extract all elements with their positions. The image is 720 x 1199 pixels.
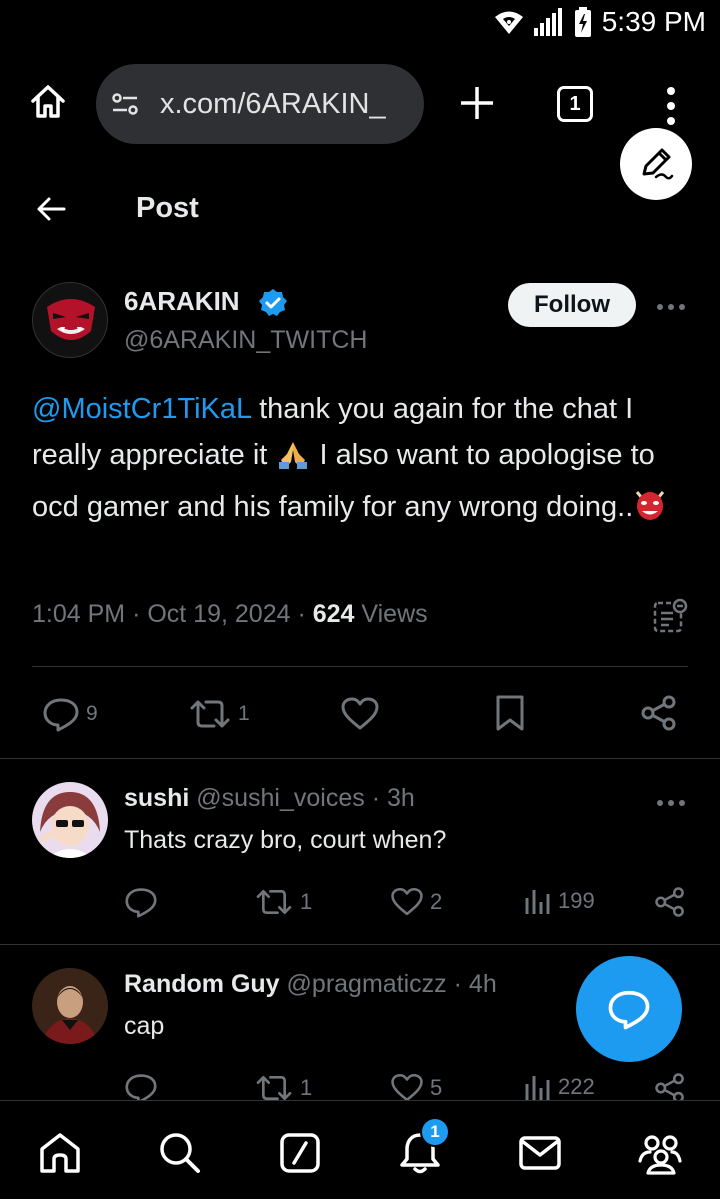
nav-search-icon[interactable] — [156, 1129, 204, 1177]
heart-icon — [341, 697, 379, 730]
pen-icon — [642, 148, 674, 180]
new-tab-icon[interactable] — [458, 84, 496, 122]
like-count: 2 — [430, 889, 443, 914]
views-count: 624 — [312, 600, 355, 628]
share-icon — [655, 887, 684, 917]
reply-actions: 1 2 199 — [0, 882, 720, 922]
browser-menu-icon[interactable] — [664, 86, 678, 126]
reply-icon — [125, 888, 157, 918]
reply-header: Random Guy @pragmaticzz · 4h — [124, 970, 497, 998]
reply-time[interactable]: 3h — [387, 784, 415, 812]
author-avatar[interactable] — [32, 282, 108, 358]
notification-badge: 1 — [420, 1117, 450, 1147]
views-count: 199 — [558, 888, 595, 913]
post-text: @MoistCr1TiKaL thank you again for the c… — [32, 386, 692, 536]
reply-author-handle[interactable]: @pragmaticzz — [287, 970, 447, 998]
address-bar[interactable]: x.com/6ARAKIN_ — [96, 64, 424, 144]
browser-toolbar: x.com/6ARAKIN_ 1 — [0, 62, 720, 146]
reply-author-handle[interactable]: @sushi_voices — [196, 784, 365, 812]
analytics-icon — [525, 1076, 550, 1100]
divider — [0, 944, 720, 945]
post-time: 1:04 PM — [32, 600, 126, 628]
repost-action[interactable]: 1 — [188, 696, 250, 732]
nav-grok-icon[interactable] — [276, 1129, 324, 1177]
views-label: Views — [361, 600, 428, 628]
views-action[interactable]: 222 — [524, 1072, 595, 1102]
repost-count: 1 — [300, 1075, 313, 1100]
page-header: Post — [0, 180, 720, 240]
reply-author-name[interactable]: Random Guy — [124, 970, 280, 998]
status-time: 5:39 PM — [601, 6, 706, 37]
analytics-icon — [525, 890, 550, 914]
repost-count: 1 — [300, 889, 313, 914]
reply-item[interactable]: sushi @sushi_voices · 3h Thats crazy bro… — [0, 782, 720, 962]
heart-icon — [391, 887, 423, 916]
reply-count: 9 — [86, 702, 98, 725]
reply-avatar[interactable] — [32, 782, 108, 858]
post-actions: 9 1 — [0, 690, 720, 740]
author-name[interactable]: 6ARAKIN — [124, 286, 240, 317]
like-action[interactable] — [340, 696, 380, 732]
bookmark-action[interactable] — [494, 694, 526, 732]
share-action[interactable] — [640, 694, 678, 732]
reply-author-name[interactable]: sushi — [124, 784, 189, 812]
reply-bubble-icon — [608, 990, 650, 1030]
more-options-icon[interactable] — [656, 798, 686, 808]
reply-icon — [43, 698, 79, 732]
repost-action[interactable]: 1 — [254, 886, 312, 918]
nav-communities-icon[interactable] — [636, 1129, 684, 1177]
post-meta: 1:04 PM · Oct 19, 2024 · 624 Views — [32, 600, 428, 628]
battery-charging-icon — [574, 7, 592, 37]
nav-home-icon[interactable] — [36, 1129, 84, 1177]
folded-hands-icon — [275, 436, 311, 484]
reply-avatar[interactable] — [32, 968, 108, 1044]
reply-header: sushi @sushi_voices · 3h — [124, 784, 415, 812]
views-action[interactable]: 199 — [524, 886, 595, 916]
divider — [32, 666, 688, 667]
bookmark-icon — [496, 695, 524, 731]
wifi-icon — [494, 9, 524, 35]
reply-text: cap — [124, 1012, 165, 1040]
nav-messages-icon[interactable] — [516, 1129, 564, 1177]
repost-count: 1 — [238, 702, 250, 725]
browser-home-icon[interactable] — [28, 82, 68, 122]
grok-analyze-icon[interactable] — [652, 598, 688, 634]
views-count: 222 — [558, 1074, 595, 1099]
ogre-mask-icon — [633, 488, 667, 536]
reply-time[interactable]: 4h — [469, 970, 497, 998]
author-handle[interactable]: @6ARAKIN_TWITCH — [124, 326, 367, 355]
mention-link[interactable]: @MoistCr1TiKaL — [32, 393, 251, 425]
signal-icon — [533, 8, 564, 36]
url-text: x.com/6ARAKIN_ — [160, 87, 386, 120]
divider — [0, 758, 720, 759]
reply-action[interactable] — [124, 886, 158, 918]
tab-switcher-button[interactable]: 1 — [557, 86, 593, 122]
status-bar: 5:39 PM — [0, 0, 720, 52]
back-arrow-icon[interactable] — [34, 192, 68, 226]
reply-action[interactable]: 9 — [42, 696, 98, 732]
reply-fab-button[interactable] — [576, 956, 682, 1062]
repost-icon — [256, 890, 292, 914]
share-icon — [641, 695, 676, 731]
page-title: Post — [136, 192, 199, 224]
like-count: 5 — [430, 1075, 443, 1100]
more-options-icon[interactable] — [656, 302, 686, 312]
post-date[interactable]: Oct 19, 2024 — [147, 600, 290, 628]
share-action[interactable] — [654, 886, 686, 918]
like-action[interactable]: 2 — [390, 886, 442, 918]
repost-icon — [190, 700, 230, 728]
follow-button[interactable]: Follow — [508, 283, 636, 327]
bottom-nav: 1 — [0, 1100, 720, 1199]
reply-text: Thats crazy bro, court when? — [124, 826, 447, 854]
verified-badge-icon — [258, 288, 288, 318]
site-settings-icon[interactable] — [110, 89, 140, 119]
